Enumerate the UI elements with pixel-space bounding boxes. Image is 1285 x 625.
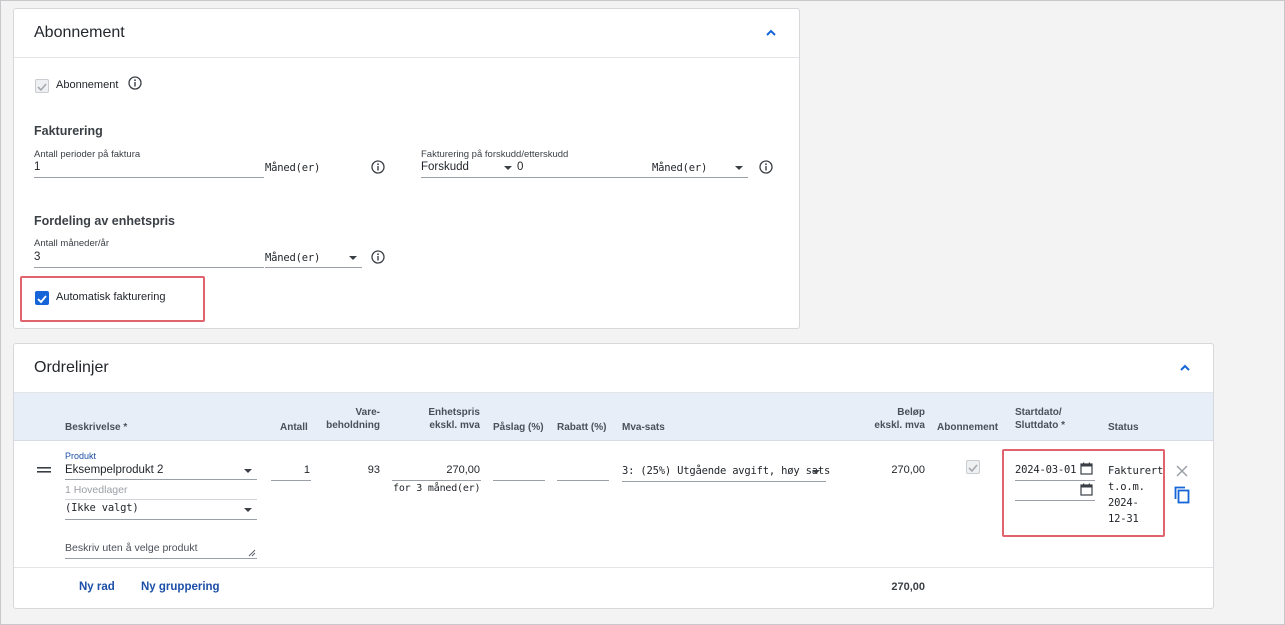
order-lines-card-header[interactable]: Ordrelinjer [14,344,1213,393]
subscription-checkbox-label: Abonnement [56,79,119,91]
info-icon[interactable] [759,160,773,174]
th-unit-price: Enhetspris ekskl. mva [410,406,480,432]
markup-underline [493,480,545,481]
months-input-underline [34,267,264,268]
amount-value: 270,00 [891,464,925,476]
chevron-down-icon[interactable] [244,469,252,473]
subscription-card-header[interactable]: Abonnement [14,9,799,58]
months-unit-select[interactable]: Måned(er) [265,252,320,264]
product-select[interactable]: Eksempelprodukt 2 [65,464,163,476]
calendar-icon[interactable] [1080,462,1093,475]
advance-select[interactable]: Forskudd [421,161,469,173]
unit-price-note: for 3 måned(er) [393,483,481,494]
discount-underline [557,480,609,481]
description-underline [65,558,257,559]
unit-price-input[interactable]: 270,00 [392,464,480,476]
th-dates: Startdato/ Sluttdato * [1015,406,1065,432]
start-date-input[interactable]: 2024-03-01 [1015,464,1076,476]
vat-underline [622,481,826,482]
info-icon[interactable] [371,160,385,174]
periods-input[interactable]: 1 [34,161,40,173]
info-icon[interactable] [128,76,142,90]
th-unit-price-line1: Enhetspris [428,407,480,418]
th-dates-line2: Sluttdato * [1015,420,1065,431]
start-date-underline [1015,480,1095,481]
th-description: Beskrivelse * [65,422,128,433]
info-icon[interactable] [371,250,385,264]
end-date-underline [1015,500,1095,501]
subscription-checkbox[interactable] [35,79,49,93]
order-lines-card-title: Ordrelinjer [34,359,109,376]
check-icon [968,464,978,473]
invoicing-title: Fakturering [34,124,103,138]
stock-value: 93 [367,464,380,476]
th-stock-line1: Vare- [355,407,380,418]
subscription-card: Abonnement Abonnement Fakturering Antall… [13,8,800,329]
th-stock: Vare- beholdning [320,406,380,432]
variant-underline [65,519,257,520]
status-line1: Fakturert [1108,465,1164,477]
product-label: Produkt [65,451,97,461]
chevron-down-icon[interactable] [812,470,820,474]
months-label: Antall måneder/år [34,238,109,249]
calendar-icon[interactable] [1080,483,1093,496]
warehouse-underline [65,499,257,500]
chevron-up-icon[interactable] [764,26,778,40]
th-amount: Beløp ekskl. mva [855,406,925,432]
advance-unit-select[interactable]: Måned(er) [652,162,707,174]
th-vat: Mva-sats [622,422,665,433]
th-quantity: Antall [280,422,308,433]
variant-select[interactable]: (Ikke valgt) [65,502,139,514]
th-subscription: Abonnement [937,422,999,433]
th-unit-price-line2: ekskl. mva [429,420,480,431]
th-amount-line1: Beløp [897,407,925,418]
advance-label: Fakturering på forskudd/etterskudd [421,149,569,160]
close-icon[interactable] [1176,465,1188,477]
vat-select[interactable]: 3: (25%) Utgående avgift, høy sats [622,465,830,477]
auto-invoice-label: Automatisk fakturering [56,291,166,303]
quantity-underline [271,480,311,481]
new-row-link[interactable]: Ny rad [79,581,115,593]
warehouse-text: 1 Hovedlager [65,484,128,496]
order-lines-card: Ordrelinjer Beskrivelse * Antall Vare- b… [13,343,1214,609]
copy-icon[interactable] [1174,486,1190,504]
status-text: Fakturert t.o.m. 2024- 12-31 [1108,463,1163,527]
periods-unit: Måned(er) [265,162,321,174]
subscription-card-title: Abonnement [34,24,125,41]
status-line4: 12-31 [1108,513,1139,525]
th-discount: Rabatt (%) [557,422,607,433]
chevron-down-icon[interactable] [504,166,512,170]
advance-underline [421,177,748,178]
new-group-link[interactable]: Ny gruppering [141,581,220,593]
months-unit-underline [265,267,362,268]
drag-handle-icon[interactable] [37,466,51,474]
status-line3: 2024- [1108,497,1139,509]
chevron-up-icon[interactable] [1178,361,1192,375]
th-amount-line2: ekskl. mva [874,420,925,431]
distribution-title: Fordeling av enhetspris [34,214,176,228]
quantity-input[interactable]: 1 [271,464,310,476]
description-input[interactable]: Beskriv uten å velge produkt [65,542,198,554]
product-underline [65,479,257,480]
total-amount: 270,00 [891,581,925,593]
chevron-down-icon[interactable] [735,166,743,170]
periods-label: Antall perioder på faktura [34,149,141,160]
unit-price-underline [392,480,481,481]
months-input[interactable]: 3 [34,251,40,263]
row-divider [14,567,1213,568]
periods-input-underline [34,177,264,178]
check-icon [37,83,47,92]
row-subscription-checkbox[interactable] [966,460,980,474]
th-dates-line1: Startdato/ [1015,407,1062,418]
advance-count-input[interactable]: 0 [517,161,523,173]
th-stock-line2: beholdning [326,420,380,431]
check-icon [37,295,47,304]
th-markup: Påslag (%) [493,422,544,433]
resize-handle-icon[interactable] [248,549,256,557]
auto-invoice-checkbox[interactable] [35,291,49,305]
chevron-down-icon[interactable] [349,256,357,260]
chevron-down-icon[interactable] [244,508,252,512]
status-line2: t.o.m. [1108,481,1145,493]
th-status: Status [1108,422,1139,433]
